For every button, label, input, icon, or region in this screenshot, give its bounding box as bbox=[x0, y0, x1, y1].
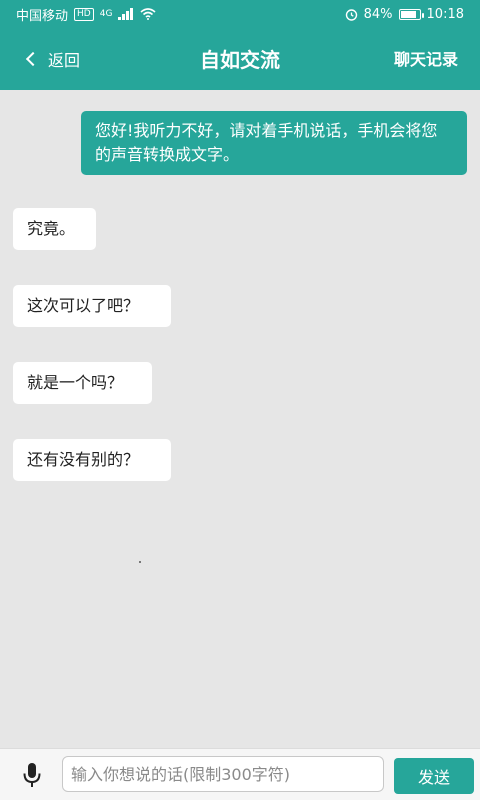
nav-bar: 返回 自如交流 聊天记录 bbox=[0, 28, 480, 90]
wifi-icon bbox=[140, 8, 156, 20]
status-right: 84% 10:18 bbox=[345, 7, 464, 22]
app-header: 中国移动 HD 4G 84% 10:18 返回 自如交流 聊天记录 bbox=[0, 0, 480, 90]
message-other: 究竟。 bbox=[13, 208, 96, 250]
message-text: 究竟。 bbox=[27, 219, 76, 238]
status-bar: 中国移动 HD 4G 84% 10:18 bbox=[0, 0, 480, 28]
hd-badge: HD bbox=[74, 7, 94, 21]
status-left: 中国移动 HD 4G bbox=[16, 5, 156, 24]
input-bar: 发送 bbox=[0, 748, 480, 800]
message-other: 就是一个吗？ bbox=[13, 362, 152, 404]
message-other: 这次可以了吧？ bbox=[13, 285, 171, 327]
chevron-left-icon bbox=[25, 51, 41, 67]
message-text: 就是一个吗？ bbox=[27, 373, 124, 392]
stray-dot bbox=[139, 561, 141, 563]
back-label: 返回 bbox=[48, 51, 81, 70]
message-input[interactable] bbox=[62, 756, 384, 792]
signal-icon bbox=[118, 8, 134, 20]
chat-history-button[interactable]: 聊天记录 bbox=[394, 46, 458, 70]
message-other: 还有没有别的？ bbox=[13, 439, 171, 481]
alarm-icon bbox=[345, 8, 358, 21]
message-text: 还有没有别的？ bbox=[27, 450, 140, 469]
battery-percent: 84% bbox=[363, 6, 393, 22]
message-self: 您好!我听力不好，请对着手机说话，手机会将您的声音转换成文字。 bbox=[81, 111, 467, 175]
carrier-name: 中国移动 bbox=[16, 8, 69, 24]
status-time: 10:18 bbox=[426, 6, 464, 22]
network-type: 4G bbox=[99, 9, 113, 19]
battery-icon bbox=[398, 8, 424, 20]
microphone-icon[interactable] bbox=[20, 761, 44, 789]
chat-area[interactable]: 您好!我听力不好，请对着手机说话，手机会将您的声音转换成文字。 究竟。 这次可以… bbox=[0, 90, 480, 748]
back-button[interactable]: 返回 bbox=[25, 46, 81, 72]
message-text: 这次可以了吧？ bbox=[27, 296, 140, 315]
send-button[interactable]: 发送 bbox=[394, 758, 474, 794]
